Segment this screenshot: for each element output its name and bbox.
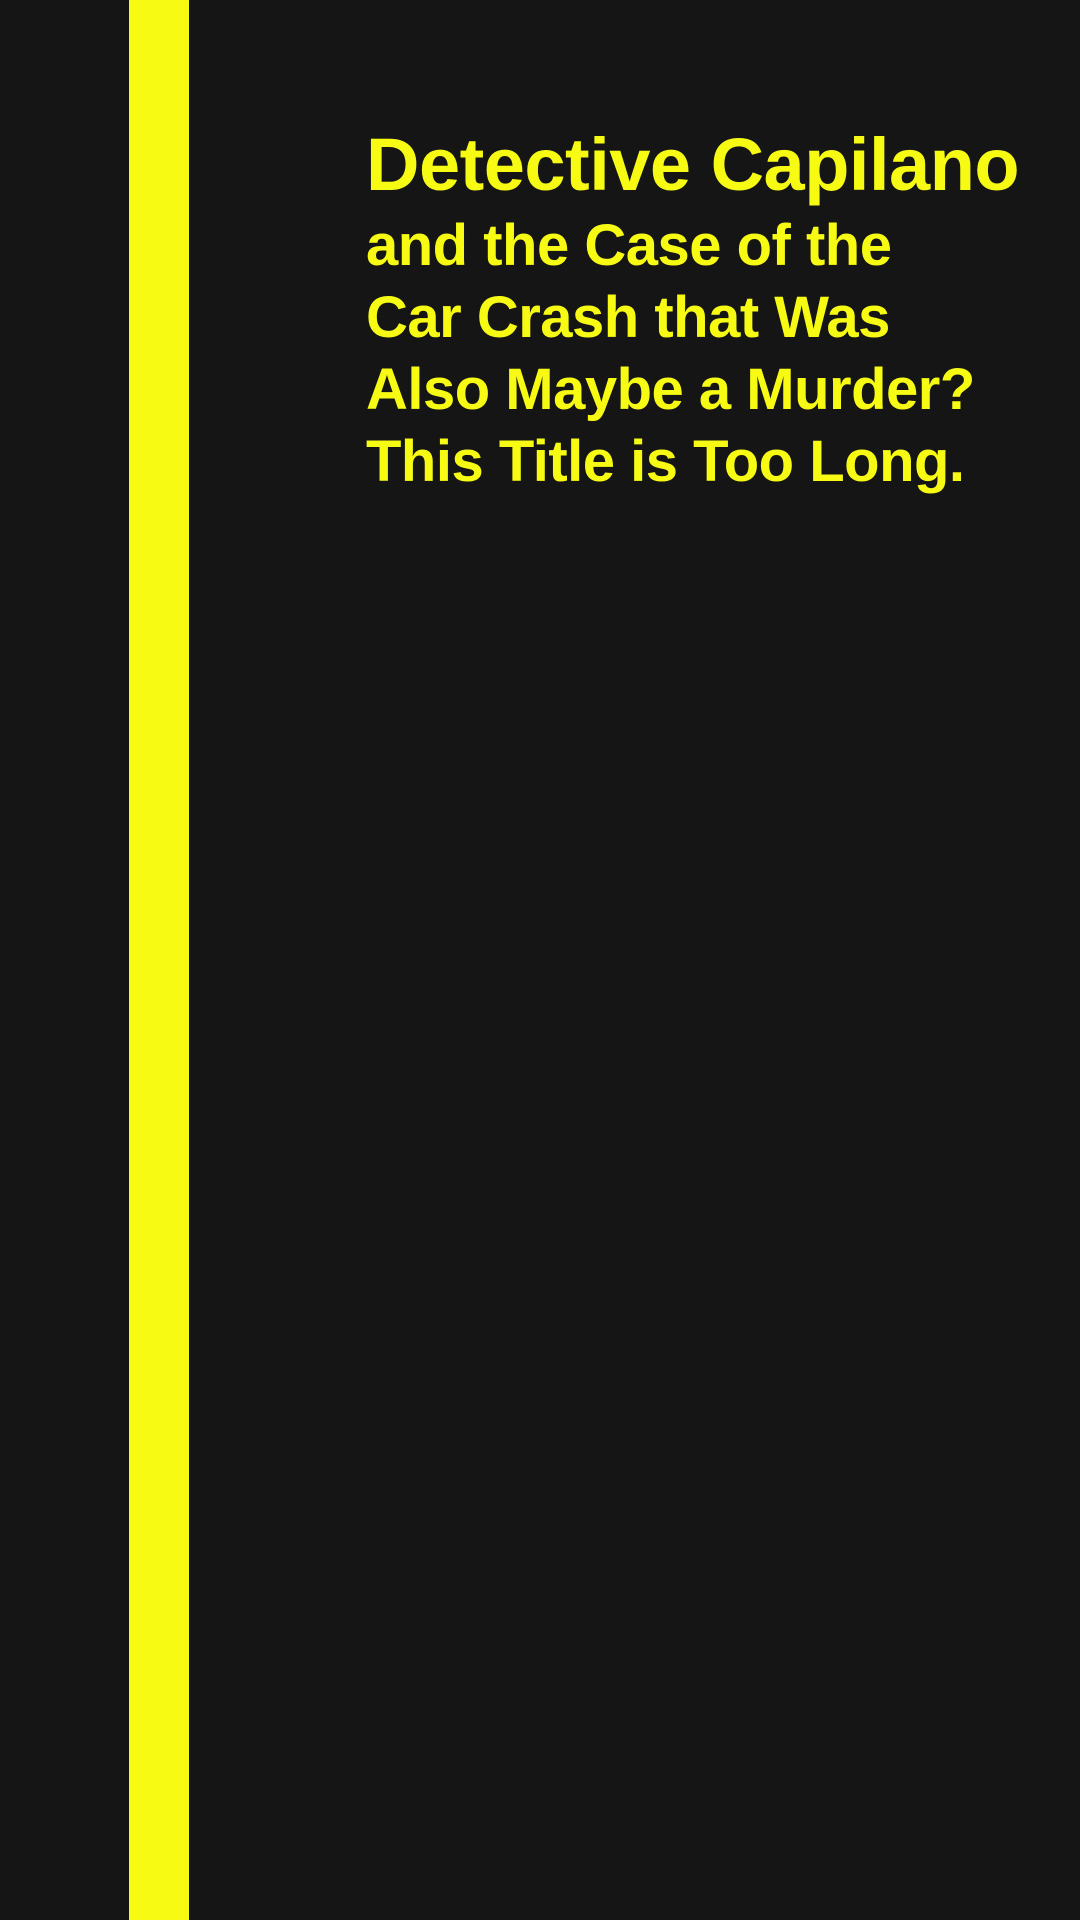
subtitle-line-1: and the Case of the [366, 213, 892, 278]
cover-screen: { "colors": { "background": "#151515", "… [0, 0, 1080, 1920]
subtitle-line-3: Also Maybe a Murder? [366, 357, 975, 422]
title-block: Detective Capilano and the Case of the C… [366, 120, 1066, 498]
subtitle-line-2: Car Crash that Was [366, 285, 890, 350]
yellow-stripe [129, 0, 189, 1920]
subtitle-line-4: This Title is Too Long. [366, 429, 965, 494]
page-title: Detective Capilano [366, 123, 1020, 206]
